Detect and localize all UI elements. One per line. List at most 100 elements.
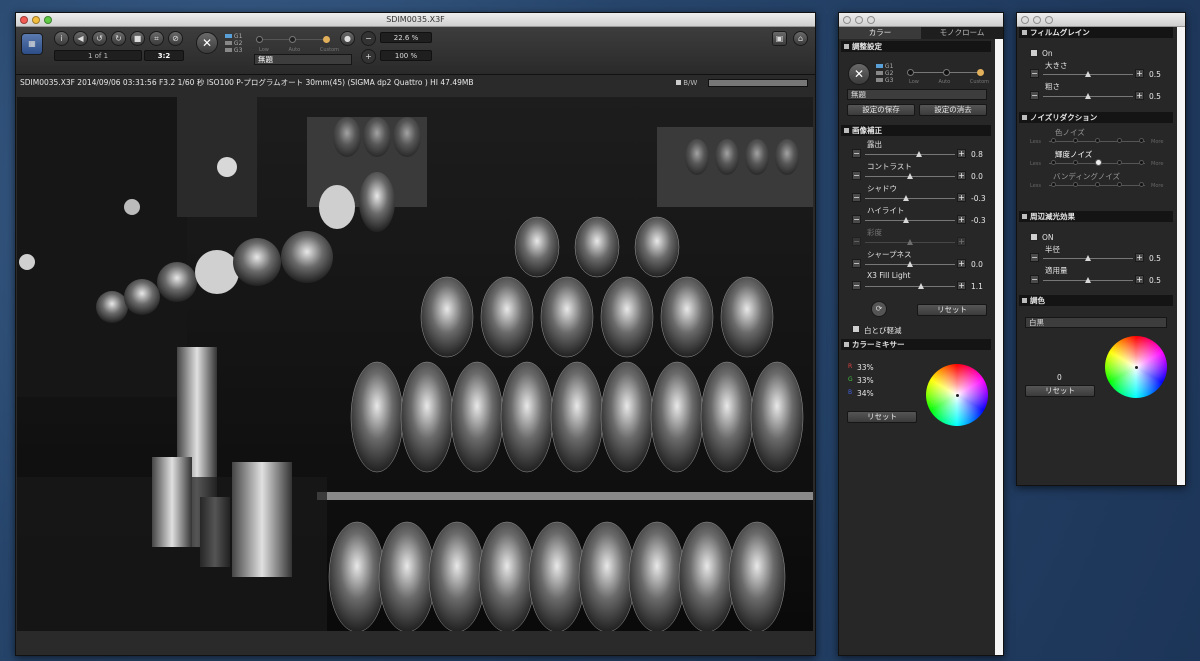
correction-plus[interactable]: + — [957, 237, 966, 246]
noise-stop[interactable] — [1095, 182, 1100, 187]
zoom-out-icon[interactable]: − — [361, 31, 376, 46]
toning-reset-button[interactable]: リセット — [1025, 385, 1095, 397]
correction-minus[interactable]: − — [852, 237, 861, 246]
rotate-left-icon[interactable]: ↺ — [92, 31, 107, 46]
noise-stop[interactable] — [1051, 138, 1056, 143]
noise-stop[interactable] — [1117, 160, 1122, 165]
correction-slider[interactable] — [865, 173, 955, 179]
correction-slider[interactable] — [865, 261, 955, 267]
crop-icon[interactable]: ⌗ — [149, 31, 164, 46]
bw-indicator: B/W — [676, 79, 697, 87]
noise-stop[interactable] — [1095, 159, 1102, 166]
preset-dropdown[interactable]: 無題 — [254, 54, 352, 65]
panel-scrollbar[interactable] — [995, 39, 1003, 655]
sigma-icon[interactable]: ✕ — [848, 63, 870, 85]
correction-plus[interactable]: + — [957, 259, 966, 268]
correction-plus[interactable]: + — [957, 215, 966, 224]
noise-stop[interactable] — [1051, 160, 1056, 165]
grain-size-plus[interactable]: + — [1135, 69, 1144, 78]
main-titlebar[interactable]: SDIM0035.X3F — [16, 13, 815, 27]
section-film-grain[interactable]: フィルムグレイン — [1019, 27, 1173, 38]
vignette-amount-minus[interactable]: − — [1030, 275, 1039, 284]
thumbnail-view-icon[interactable]: ▦ — [21, 33, 43, 55]
correction-minus[interactable]: − — [852, 171, 861, 180]
grain-rough-slider[interactable] — [1043, 93, 1133, 99]
vignette-amount-plus[interactable]: + — [1135, 275, 1144, 284]
vignette-radius-plus[interactable]: + — [1135, 253, 1144, 262]
tab-monochrome[interactable]: モノクローム — [921, 27, 1003, 39]
noise-stop[interactable] — [1051, 182, 1056, 187]
toning-dropdown[interactable]: 白黒 — [1025, 317, 1167, 328]
correction-minus[interactable]: − — [852, 193, 861, 202]
grain-size-minus[interactable]: − — [1030, 69, 1039, 78]
vignette-radius-minus[interactable]: − — [1030, 253, 1039, 262]
section-color-mixer[interactable]: カラーミキサー — [841, 339, 991, 350]
panel-preset-dropdown[interactable]: 無題 — [847, 89, 987, 100]
zoom-button[interactable] — [44, 16, 52, 24]
noise-stop[interactable] — [1117, 182, 1122, 187]
grain-on-checkbox[interactable] — [1030, 49, 1038, 57]
noise-stop[interactable] — [1117, 138, 1122, 143]
correction-slider[interactable] — [865, 151, 955, 157]
grain-rough-minus[interactable]: − — [1030, 91, 1039, 100]
vignette-on-checkbox[interactable] — [1030, 233, 1038, 241]
mono-panel-titlebar[interactable] — [1017, 13, 1185, 27]
correction-minus[interactable]: − — [852, 259, 861, 268]
correction-plus[interactable]: + — [957, 281, 966, 290]
save-settings-button[interactable]: 設定の保存 — [847, 104, 915, 116]
vignette-amount-slider[interactable] — [1043, 277, 1133, 283]
grain-rough-plus[interactable]: + — [1135, 91, 1144, 100]
aspect-select[interactable]: 3:2 — [144, 50, 184, 61]
correction-minus[interactable]: − — [852, 281, 861, 290]
mono-scrollbar[interactable] — [1177, 27, 1185, 485]
noise-stop[interactable] — [1139, 138, 1144, 143]
prev-icon[interactable]: ◀ — [73, 31, 88, 46]
correction-slider[interactable] — [865, 217, 955, 223]
noise-stop[interactable] — [1073, 138, 1078, 143]
zoom-field-100[interactable]: 100 % — [380, 50, 432, 61]
section-vignette[interactable]: 周辺減光効果 — [1019, 211, 1173, 222]
correction-plus[interactable]: + — [957, 149, 966, 158]
color-panel-titlebar[interactable] — [839, 13, 1003, 27]
correction-plus[interactable]: + — [957, 193, 966, 202]
section-correction[interactable]: 画像補正 — [841, 125, 991, 136]
minimize-button[interactable] — [32, 16, 40, 24]
rotate-right-icon[interactable]: ↻ — [111, 31, 126, 46]
grain-size-slider[interactable] — [1043, 71, 1133, 77]
vignette-radius-slider[interactable] — [1043, 255, 1133, 261]
close-button[interactable] — [20, 16, 28, 24]
section-toning[interactable]: 調色 — [1019, 295, 1173, 306]
mixer-reset-button[interactable]: リセット — [847, 411, 917, 423]
section-adjust[interactable]: 調整設定 — [841, 41, 991, 52]
highlight-reduction-checkbox[interactable] — [852, 325, 860, 333]
mixer-channel-letter: B — [848, 389, 853, 396]
zoom-field[interactable]: 22.6 % — [380, 32, 432, 43]
correction-slider[interactable] — [865, 195, 955, 201]
correction-slider[interactable] — [865, 239, 955, 245]
delete-settings-button[interactable]: 設定の消去 — [919, 104, 987, 116]
zoom-fit-icon[interactable]: + — [361, 49, 376, 64]
noise-stop[interactable] — [1073, 182, 1078, 187]
color-mode-icon[interactable]: ● — [340, 31, 355, 46]
correction-plus[interactable]: + — [957, 171, 966, 180]
photo-adjust-icon[interactable]: ▣ — [772, 31, 787, 46]
photo-viewer[interactable] — [17, 97, 813, 631]
export-icon[interactable]: ⌂ — [793, 31, 808, 46]
sigma-preset-icon[interactable]: ✕ — [196, 32, 218, 54]
color-mixer-wheel[interactable] — [926, 364, 988, 426]
correction-slider[interactable] — [865, 283, 955, 289]
section-noise-reduction[interactable]: ノイズリダクション — [1019, 112, 1173, 123]
auto-correct-icon[interactable]: ⟳ — [871, 301, 887, 317]
correction-reset-button[interactable]: リセット — [917, 304, 987, 316]
correction-minus[interactable]: − — [852, 149, 861, 158]
tab-color[interactable]: カラー — [839, 27, 921, 39]
noise-stop[interactable] — [1073, 160, 1078, 165]
fullscreen-icon[interactable]: ■ — [130, 31, 145, 46]
info-icon[interactable]: i — [54, 31, 69, 46]
correction-minus[interactable]: − — [852, 215, 861, 224]
noise-stop[interactable] — [1139, 160, 1144, 165]
noise-stop[interactable] — [1095, 138, 1100, 143]
noise-stop[interactable] — [1139, 182, 1144, 187]
toning-color-wheel[interactable] — [1105, 336, 1167, 398]
delete-icon[interactable]: ⊘ — [168, 31, 183, 46]
